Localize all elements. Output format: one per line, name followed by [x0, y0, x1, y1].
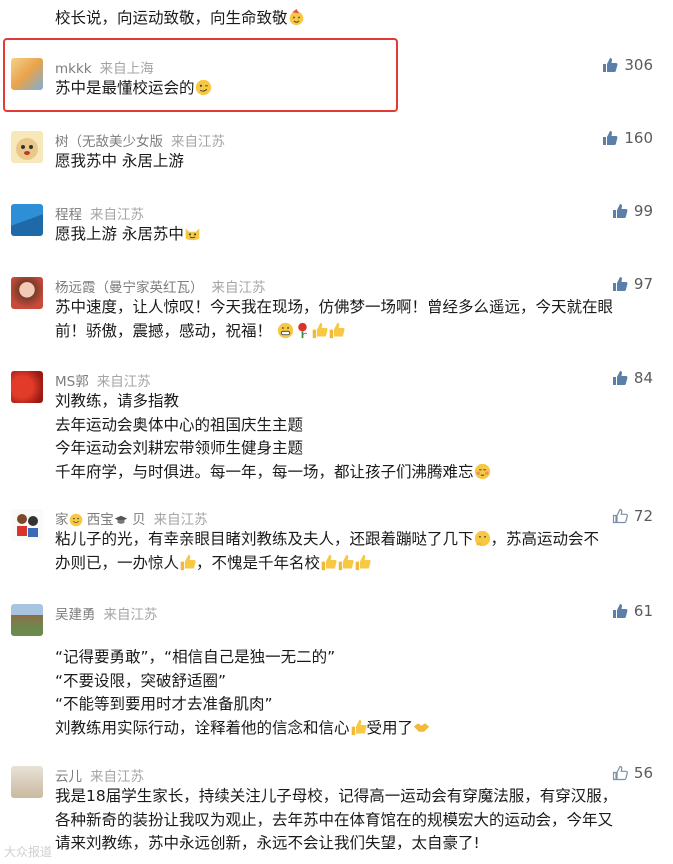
thumbs-up-icon: [603, 58, 618, 72]
graduation-cap-icon: [114, 515, 128, 524]
thumbs-up-emoji-icon: [351, 719, 367, 735]
thumbs-up-emoji-icon: [355, 554, 371, 570]
handshake-emoji-icon: [413, 722, 430, 732]
thumbs-up-icon: [612, 371, 628, 385]
username[interactable]: 树（无敌美少女版: [55, 134, 163, 150]
thumbs-up-emoji-icon: [329, 322, 345, 338]
username[interactable]: mkkk: [55, 61, 92, 77]
comment-meta: 程程 来自江苏: [55, 203, 144, 223]
thinking-emoji-icon: [474, 530, 490, 547]
username[interactable]: 家: [55, 512, 69, 528]
like-count: 97: [633, 275, 653, 293]
location: 来自江苏: [211, 280, 266, 296]
comment-text: 我是18届学生家长，持续关注儿子母校，记得高一运动会有穿魔法服，有穿汉服， 各种…: [55, 787, 618, 852]
username-part[interactable]: 贝: [132, 512, 146, 528]
like-button[interactable]: 84: [612, 369, 653, 387]
comment-meta: 家 西宝 贝来自江苏: [55, 508, 208, 528]
like-count: 306: [624, 56, 653, 74]
comment-meta: 树（无敌美少女版 来自江苏: [55, 130, 225, 150]
like-count: 56: [633, 764, 653, 782]
location: 来自江苏: [90, 769, 144, 785]
blushing-emoji-icon: [474, 463, 490, 479]
wink-emoji-icon: [195, 79, 211, 96]
location: 来自江苏: [153, 512, 208, 528]
like-button[interactable]: 56: [612, 764, 653, 782]
location: 来自江苏: [171, 134, 225, 150]
like-count: 84: [633, 369, 653, 387]
username-part[interactable]: 西宝: [87, 512, 114, 528]
comment-meta: mkkk 来自上海: [55, 57, 154, 77]
like-button[interactable]: 99: [612, 202, 653, 220]
comment-meta: 杨远霞（曼宁家英红瓦） 来自江苏: [55, 276, 266, 296]
like-button[interactable]: 97: [612, 275, 653, 293]
thumbs-up-outline-icon: [612, 508, 628, 524]
like-button[interactable]: 306: [602, 56, 653, 74]
username[interactable]: 吴建勇: [55, 607, 96, 623]
avatar[interactable]: [11, 131, 43, 163]
username[interactable]: 程程: [55, 207, 82, 223]
thumbs-up-icon: [603, 131, 618, 145]
like-count: 72: [633, 507, 653, 525]
comment-text: 愿我苏中 永居上游: [55, 152, 184, 170]
avatar[interactable]: [11, 204, 43, 236]
rose-emoji-icon: [298, 322, 308, 338]
dog-avatar-icon: [16, 138, 38, 160]
party-face-emoji-icon: [289, 9, 303, 26]
comment-text: 苏中是最懂校运会的: [55, 77, 655, 101]
username[interactable]: 云儿: [55, 769, 82, 785]
avatar[interactable]: [11, 509, 43, 541]
avatar[interactable]: [11, 58, 43, 90]
comment-text: “记得要勇敢”，“相信自己是独一无二的” “不要设限，突破舒适圈” “不能等到要…: [55, 646, 655, 740]
like-count: 99: [633, 202, 653, 220]
cat-emoji-icon: [185, 228, 200, 241]
watermark: 大众报道: [4, 845, 53, 859]
comment-text: 刘教练，请多指教 去年运动会奥体中心的祖国庆生主题 今年运动会刘耕宏带领师生健身…: [55, 390, 655, 484]
thumbs-up-emoji-icon: [180, 554, 196, 570]
grin-emoji-icon: [277, 322, 294, 338]
location: 来自江苏: [90, 207, 144, 223]
username[interactable]: 杨远霞（曼宁家英红瓦）: [55, 280, 204, 296]
like-count: 61: [633, 602, 653, 620]
location: 来自上海: [99, 61, 154, 77]
location: 来自江苏: [103, 607, 158, 623]
avatar[interactable]: [11, 604, 43, 636]
comment-meta: MS郭 来自江苏: [55, 370, 151, 390]
avatar[interactable]: [11, 371, 43, 403]
comment-text: 苏中速度，让人惊叹！今天我在现场，仿佛梦一场啊！曾经多么遥远，今天就在眼 前！骄…: [55, 298, 614, 340]
thumbs-up-icon: [612, 204, 628, 218]
comment-meta: 云儿 来自江苏: [55, 765, 144, 785]
thumbs-up-emoji-icon: [321, 554, 337, 570]
like-button[interactable]: 72: [612, 507, 653, 525]
like-button[interactable]: 160: [602, 129, 653, 147]
location: 来自江苏: [96, 374, 151, 390]
comment-text: 愿我上游 永居苏中: [55, 223, 655, 247]
avatar[interactable]: [11, 277, 43, 309]
thumbs-up-outline-icon: [612, 765, 628, 781]
avatar[interactable]: [11, 766, 43, 798]
thumbs-up-icon: [612, 277, 628, 291]
thumbs-up-icon: [612, 604, 628, 618]
smile-emoji-icon: [69, 513, 82, 527]
previous-comment-tail: 校长说，向运动致敬，向生命致敬: [55, 6, 305, 28]
thumbs-up-emoji-icon: [338, 554, 354, 570]
family-avatar-icon: [17, 514, 38, 537]
like-count: 160: [624, 129, 653, 147]
like-button[interactable]: 61: [612, 602, 653, 620]
username[interactable]: MS郭: [55, 374, 89, 390]
comment-meta: 吴建勇 来自江苏: [55, 603, 158, 623]
thumbs-up-emoji-icon: [312, 322, 328, 338]
comment-text: 粘儿子的光，有幸亲眼目睹刘教练及夫人，还跟着蹦哒了几下 ，苏高运动会不 办则已，一…: [55, 530, 600, 572]
